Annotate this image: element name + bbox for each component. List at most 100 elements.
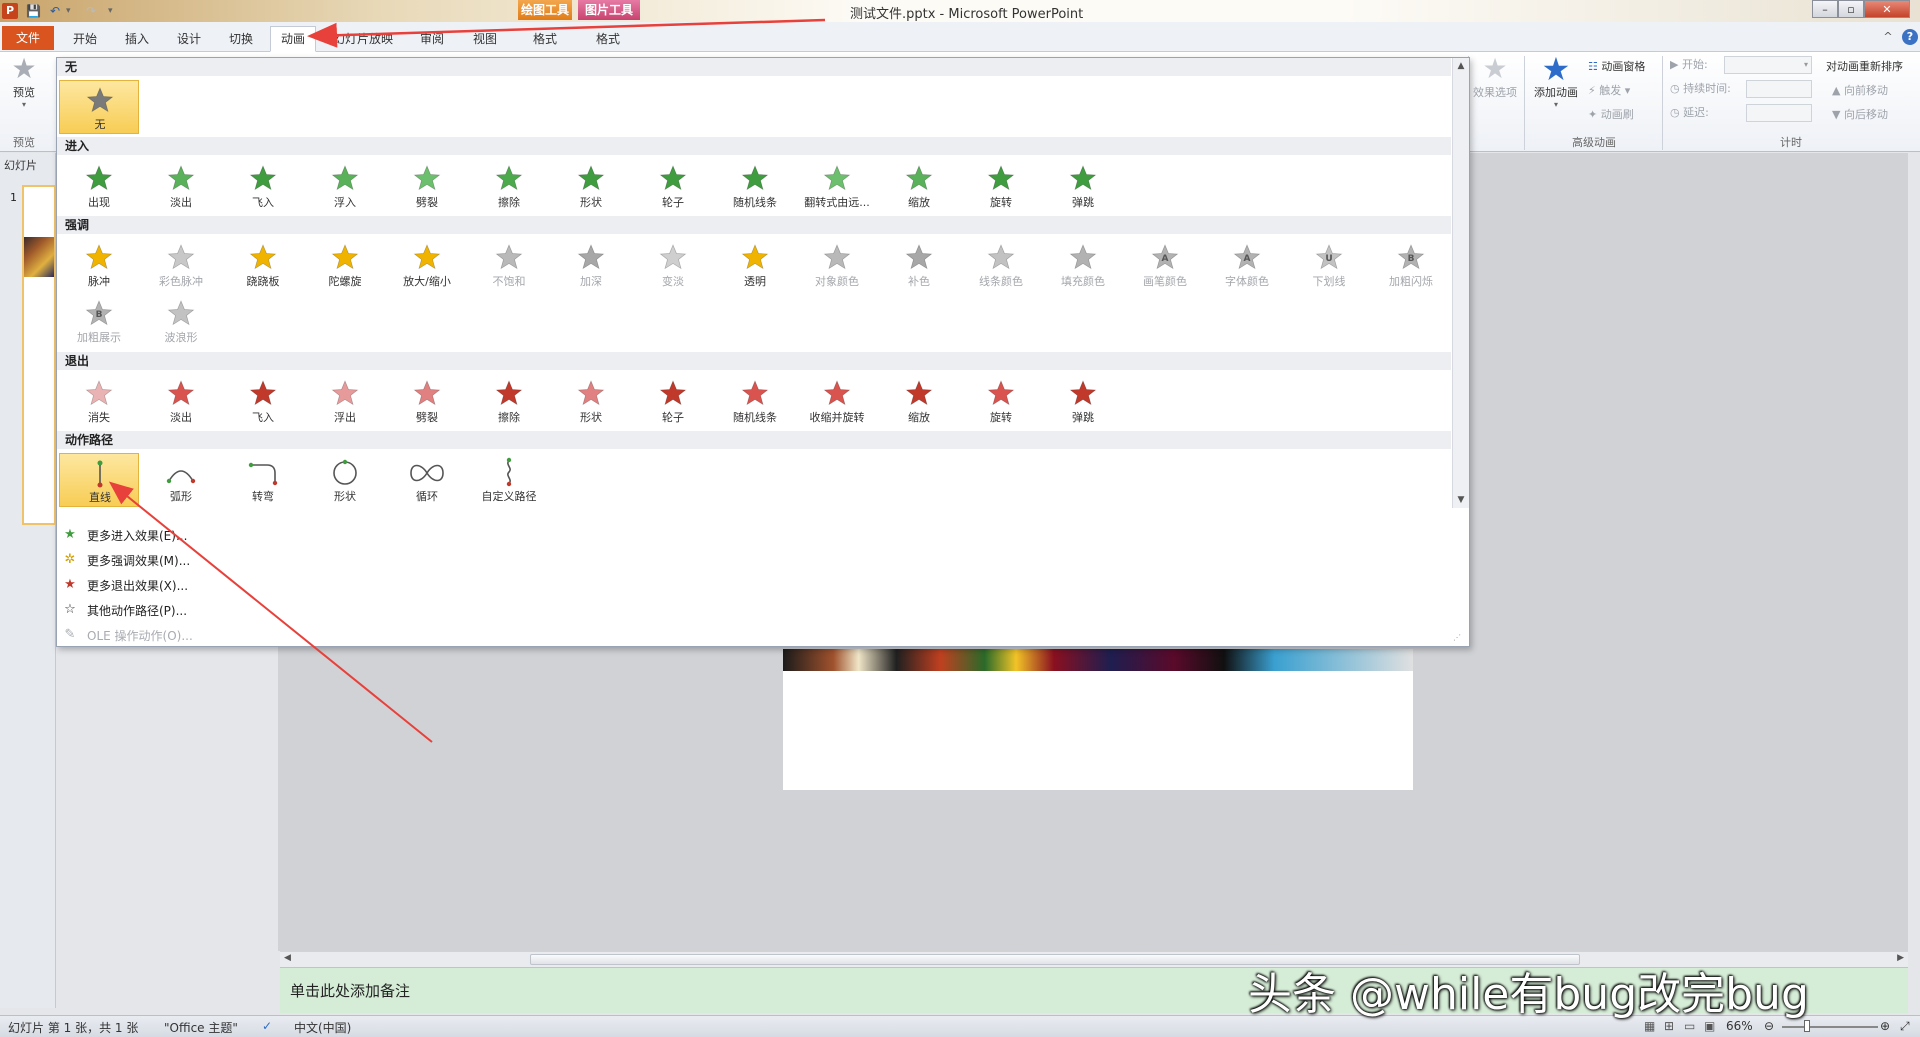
slide[interactable] — [783, 649, 1413, 790]
animation-effect-item[interactable]: 弹跳 — [1043, 374, 1123, 428]
undo-dropdown-icon[interactable]: ▾ — [66, 3, 71, 19]
tab-transitions[interactable]: 切换 — [220, 27, 262, 51]
animation-effect-item[interactable]: 轮子 — [633, 159, 713, 213]
animation-effect-item[interactable]: B 加粗展示 — [59, 294, 139, 348]
redo-icon[interactable]: ↷ — [86, 3, 100, 19]
animation-effect-item[interactable]: 放大/缩小 — [387, 238, 467, 292]
effect-options-button[interactable]: ★ 效果选项 — [1470, 54, 1520, 100]
animation-effect-item[interactable]: 补色 — [879, 238, 959, 292]
animation-effect-item[interactable]: 波浪形 — [141, 294, 221, 348]
animation-effect-item[interactable]: 劈裂 — [387, 374, 467, 428]
animation-effect-item[interactable]: 缩放 — [879, 159, 959, 213]
tab-insert[interactable]: 插入 — [116, 27, 158, 51]
animation-effect-item[interactable]: 浮出 — [305, 374, 385, 428]
animation-effect-item[interactable]: 随机线条 — [715, 374, 795, 428]
animation-effect-item[interactable]: 随机线条 — [715, 159, 795, 213]
tab-format-drawing[interactable]: 格式 — [520, 27, 570, 51]
animation-effect-item[interactable]: 旋转 — [961, 159, 1041, 213]
scroll-right-icon[interactable]: ▶ — [1897, 953, 1904, 963]
animation-effect-item[interactable]: 转弯 — [223, 453, 303, 507]
delay-stepper[interactable] — [1746, 104, 1812, 122]
animation-effect-item[interactable]: 擦除 — [469, 159, 549, 213]
save-icon[interactable]: 💾 — [26, 3, 41, 19]
animation-effect-item[interactable]: 线条颜色 — [961, 238, 1041, 292]
animation-effect-item[interactable]: A 画笔颜色 — [1125, 238, 1205, 292]
animation-effect-item[interactable]: 弧形 — [141, 453, 221, 507]
preview-button[interactable]: ★ 预览 ▾ — [6, 54, 42, 110]
tab-animations[interactable]: 动画 — [270, 26, 316, 52]
status-language[interactable]: 中文(中国) — [294, 1019, 351, 1036]
animation-effect-item[interactable]: 消失 — [59, 374, 139, 428]
maximize-button[interactable]: ▫ — [1838, 0, 1864, 18]
animation-effect-item[interactable]: 旋转 — [961, 374, 1041, 428]
undo-icon[interactable]: ↶ — [50, 3, 64, 19]
animation-effect-item[interactable]: 直线 — [59, 453, 139, 507]
animation-pane-button[interactable]: ☷ 动画窗格 — [1588, 58, 1645, 76]
add-animation-button[interactable]: ★ 添加动画 ▾ — [1530, 53, 1582, 109]
minimize-ribbon-icon[interactable]: ^ — [1880, 29, 1896, 45]
tab-file[interactable]: 文件 — [2, 26, 54, 50]
animation-effect-item[interactable]: 变淡 — [633, 238, 713, 292]
minimize-button[interactable]: – — [1812, 0, 1838, 18]
slide-image-strip[interactable] — [783, 649, 1413, 671]
animation-effect-item[interactable]: A 字体颜色 — [1207, 238, 1287, 292]
animation-effect-item[interactable]: 飞入 — [223, 159, 303, 213]
animation-effect-item[interactable]: 形状 — [551, 374, 631, 428]
animation-effect-item[interactable]: 缩放 — [879, 374, 959, 428]
animation-effect-item[interactable]: 劈裂 — [387, 159, 467, 213]
spellcheck-icon[interactable]: ✓ — [262, 1019, 272, 1033]
animation-effect-item[interactable]: 陀螺旋 — [305, 238, 385, 292]
customize-icon[interactable]: ▾ — [108, 3, 118, 19]
help-icon[interactable]: ? — [1902, 29, 1918, 45]
animation-effect-item[interactable]: 浮入 — [305, 159, 385, 213]
tab-format-picture[interactable]: 格式 — [582, 27, 634, 51]
animation-effect-item[interactable]: 收缩并旋转 — [797, 374, 877, 428]
scroll-left-icon[interactable]: ◀ — [284, 953, 291, 963]
ppt-icon[interactable]: P — [2, 3, 18, 19]
animation-effect-item[interactable]: B 加粗闪烁 — [1371, 238, 1451, 292]
animation-effect-item[interactable]: 自定义路径 — [469, 453, 549, 507]
move-later-button[interactable]: ▼ 向后移动 — [1832, 106, 1888, 124]
resize-grip-icon[interactable]: ⋰ — [1453, 633, 1467, 645]
tab-slideshow[interactable]: 幻灯片放映 — [326, 27, 400, 51]
animation-effect-item[interactable]: 跷跷板 — [223, 238, 303, 292]
animation-effect-item[interactable]: 形状 — [305, 453, 385, 507]
trigger-button[interactable]: ⚡ 触发 ▾ — [1588, 82, 1630, 100]
gallery-scroll-up-icon[interactable]: ▲ — [1453, 58, 1469, 74]
slide-thumbnail[interactable] — [22, 185, 56, 525]
fit-to-window-icon[interactable]: ⤢ — [1900, 1019, 1910, 1034]
animation-effect-item[interactable]: 轮子 — [633, 374, 713, 428]
move-earlier-button[interactable]: ▲ 向前移动 — [1832, 82, 1888, 100]
animation-effect-item[interactable]: 彩色脉冲 — [141, 238, 221, 292]
tab-slides[interactable]: 幻灯片 — [4, 157, 37, 173]
animation-effect-item[interactable]: 无 — [59, 80, 139, 134]
animation-effect-item[interactable]: 飞入 — [223, 374, 303, 428]
animation-effect-item[interactable]: 填充颜色 — [1043, 238, 1123, 292]
animation-effect-item[interactable]: 加深 — [551, 238, 631, 292]
animation-effect-item[interactable]: 透明 — [715, 238, 795, 292]
tab-review[interactable]: 审阅 — [408, 27, 456, 51]
animation-painter-button[interactable]: ✦ 动画刷 — [1588, 106, 1634, 124]
animation-effect-item[interactable]: 脉冲 — [59, 238, 139, 292]
start-select[interactable]: ▾ — [1724, 56, 1812, 74]
gallery-scrollbar[interactable]: ▲ ▼ — [1452, 58, 1469, 508]
animation-effect-item[interactable]: 淡出 — [141, 374, 221, 428]
animation-effect-item[interactable]: 对象颜色 — [797, 238, 877, 292]
animation-effect-item[interactable]: 出现 — [59, 159, 139, 213]
animation-effect-item[interactable]: 淡出 — [141, 159, 221, 213]
animation-effect-item[interactable]: 循环 — [387, 453, 467, 507]
animation-effect-item[interactable]: U 下划线 — [1289, 238, 1369, 292]
tab-design[interactable]: 设计 — [168, 27, 210, 51]
animation-effect-item[interactable]: 翻转式由远... — [797, 159, 877, 213]
duration-stepper[interactable] — [1746, 80, 1812, 98]
animation-effect-item[interactable]: 弹跳 — [1043, 159, 1123, 213]
gallery-scroll-down-icon[interactable]: ▼ — [1453, 492, 1469, 508]
status-theme[interactable]: "Office 主题" — [164, 1019, 238, 1036]
tab-home[interactable]: 开始 — [64, 27, 106, 51]
animation-effect-item[interactable]: 不饱和 — [469, 238, 549, 292]
animation-effect-item[interactable]: 形状 — [551, 159, 631, 213]
close-button[interactable]: ✕ — [1864, 0, 1910, 18]
tab-view[interactable]: 视图 — [462, 27, 508, 51]
animation-effect-item[interactable]: 擦除 — [469, 374, 549, 428]
zoom-in-icon[interactable]: ⊕ — [1880, 1019, 1890, 1033]
